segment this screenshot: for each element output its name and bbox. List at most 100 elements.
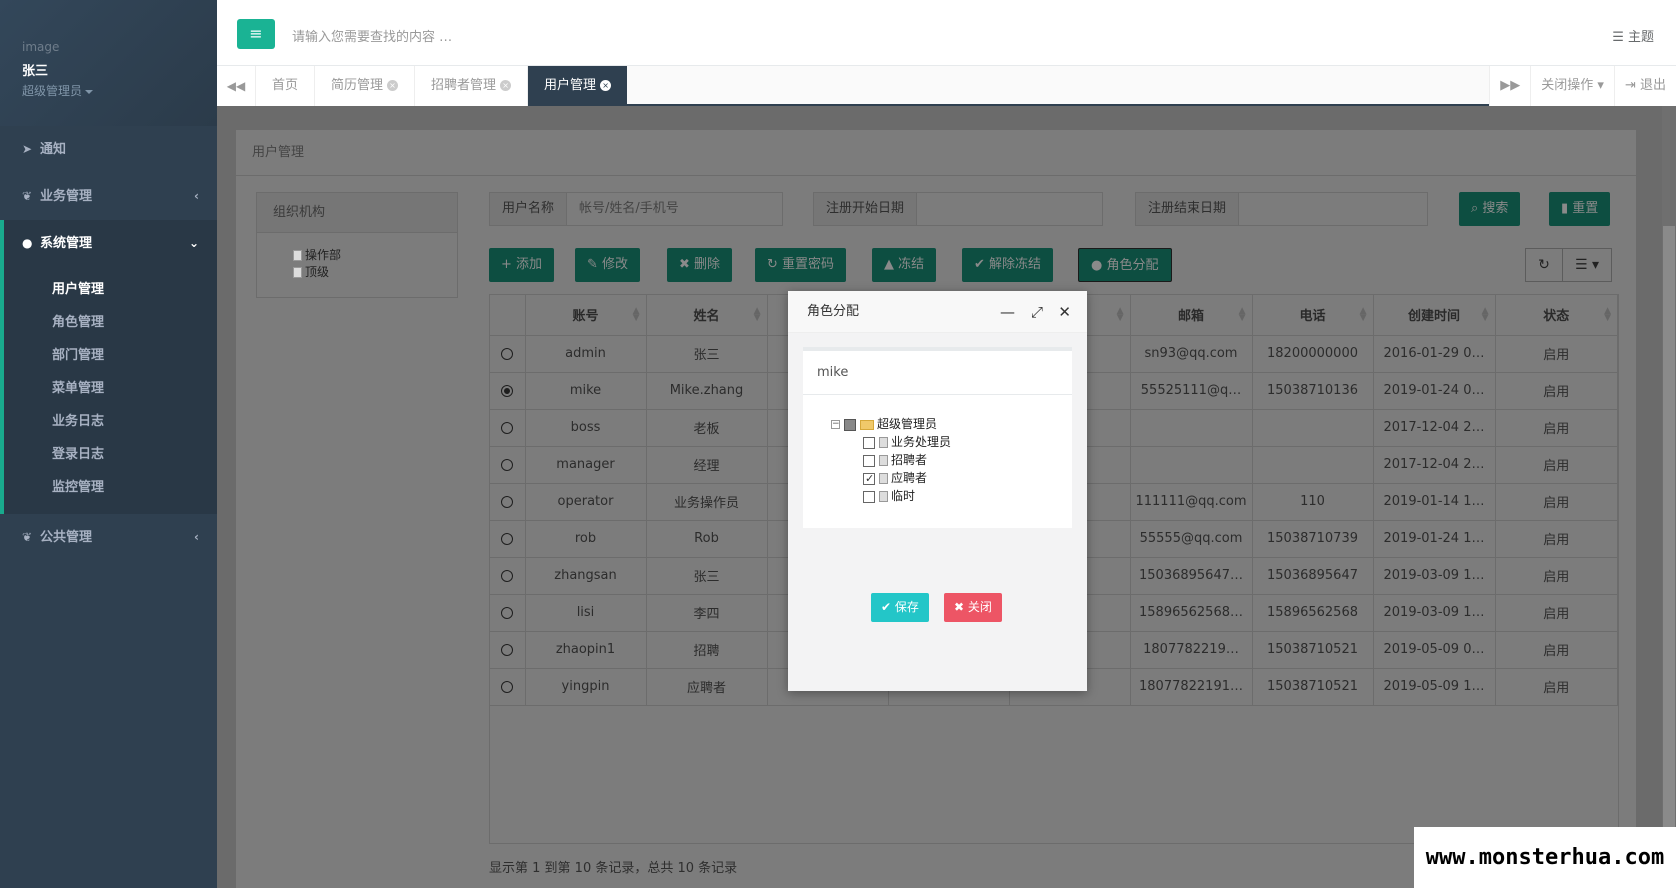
- cell-select[interactable]: [490, 483, 526, 521]
- collapse-icon[interactable]: −: [831, 420, 840, 429]
- start-date-input[interactable]: [917, 193, 1102, 225]
- cell-select[interactable]: [490, 631, 526, 669]
- tab-user-mgmt[interactable]: 用户管理 ×: [527, 66, 628, 106]
- save-button[interactable]: ✔ 保存: [871, 593, 929, 622]
- table-header-email[interactable]: 邮箱 ▲ ▼: [1130, 295, 1253, 336]
- sidebar-subitem-monitor[interactable]: 监控管理: [4, 471, 217, 504]
- page-scrollbar[interactable]: [1662, 106, 1676, 888]
- columns-toggle-button[interactable]: ☰ ▾: [1562, 248, 1612, 282]
- cell-select[interactable]: [490, 335, 526, 373]
- row-radio[interactable]: [501, 532, 514, 545]
- tree-checkbox[interactable]: [844, 418, 856, 431]
- tab-scroll-left-button[interactable]: ◀◀: [217, 66, 255, 106]
- cell-created: 2019-05-09 1…: [1373, 668, 1496, 706]
- username-filter-input[interactable]: 帐号/姓名/手机号: [567, 193, 782, 225]
- table-header-phone[interactable]: 电话 ▲ ▼: [1252, 295, 1374, 336]
- maximize-icon[interactable]: ⤢: [1031, 291, 1043, 333]
- sidebar-item-system[interactable]: ● 系统管理 ⌄: [0, 220, 217, 267]
- table-header-name[interactable]: 姓名 ▲ ▼: [646, 295, 768, 336]
- sort-icon: ▲ ▼: [1116, 306, 1124, 323]
- delete-button[interactable]: ✖ 删除: [667, 248, 733, 282]
- sidebar-subitem-login-log[interactable]: 登录日志: [4, 438, 217, 471]
- row-radio[interactable]: [501, 458, 514, 471]
- sidebar-subitem-biz-log[interactable]: 业务日志: [4, 405, 217, 438]
- sidebar-subitem-menu-mgmt[interactable]: 菜单管理: [4, 372, 217, 405]
- assign-role-button[interactable]: ● 角色分配: [1078, 248, 1172, 282]
- freeze-button[interactable]: ▲ 冻结: [872, 248, 937, 282]
- cell-select[interactable]: [490, 557, 526, 595]
- row-radio[interactable]: [501, 680, 514, 693]
- row-radio[interactable]: [501, 347, 514, 360]
- minimize-icon[interactable]: —: [1000, 291, 1015, 333]
- reset-button[interactable]: ▮ 重置: [1549, 192, 1611, 226]
- reset-password-button[interactable]: ↻ 重置密码: [755, 248, 847, 282]
- document-icon: [879, 491, 888, 502]
- times-icon: ✖: [954, 600, 968, 614]
- sidebar-item-label: 通知: [40, 142, 67, 157]
- logout-label: 退出: [1639, 78, 1666, 93]
- table-header-account[interactable]: 账号 ▲ ▼: [525, 295, 647, 336]
- row-radio[interactable]: [501, 384, 514, 397]
- row-radio[interactable]: [501, 606, 514, 619]
- unfreeze-button[interactable]: ✔ 解除冻结: [962, 248, 1054, 282]
- cell-select[interactable]: [490, 668, 526, 706]
- cell-select[interactable]: [490, 446, 526, 484]
- org-node[interactable]: 顶级: [257, 264, 457, 281]
- tree-checkbox[interactable]: [863, 470, 875, 488]
- org-node[interactable]: 操作部: [257, 247, 457, 264]
- sort-icon: ▲ ▼: [1238, 306, 1246, 323]
- row-radio[interactable]: [501, 421, 514, 434]
- cell-select[interactable]: [490, 594, 526, 632]
- row-radio[interactable]: [501, 495, 514, 508]
- row-radio[interactable]: [501, 643, 514, 656]
- sidebar-subitem-user-mgmt[interactable]: 用户管理: [4, 273, 217, 306]
- tree-checkbox[interactable]: [863, 436, 875, 449]
- scrollbar-thumb[interactable]: [1663, 226, 1675, 886]
- header-label: 状态: [1543, 309, 1570, 325]
- tab-home[interactable]: 首页: [255, 66, 315, 106]
- sidebar-subitem-dept-mgmt[interactable]: 部门管理: [4, 339, 217, 372]
- delete-label: 删除: [694, 257, 721, 272]
- cell-select[interactable]: [490, 520, 526, 558]
- sidebar-subitem-role-mgmt[interactable]: 角色管理: [4, 306, 217, 339]
- tab-actions: ▶▶ 关闭操作 ▾ ⇥ 退出: [1489, 66, 1676, 106]
- tree-root[interactable]: − 超级管理员: [831, 415, 1072, 433]
- end-date-input[interactable]: [1239, 193, 1427, 225]
- tree-node[interactable]: 业务处理员: [831, 433, 1072, 451]
- search-button[interactable]: ⌕ 搜索: [1459, 192, 1521, 226]
- cell-select[interactable]: [490, 372, 526, 410]
- theme-button[interactable]: ☰ 主题: [1612, 26, 1654, 45]
- tab-scroll-right-button[interactable]: ▶▶: [1489, 66, 1530, 106]
- search-input[interactable]: 请输入您需要查找的内容 …: [292, 26, 452, 45]
- sidebar-item-business[interactable]: ❦ 业务管理 ‹: [0, 173, 217, 220]
- tab-recruiter[interactable]: 招聘者管理 ×: [414, 66, 528, 106]
- close-icon[interactable]: ×: [500, 80, 512, 91]
- tree-node[interactable]: 应聘者: [831, 469, 1072, 488]
- tree-node[interactable]: 临时: [831, 487, 1072, 505]
- close-icon[interactable]: ✕: [1058, 291, 1071, 333]
- tree-node[interactable]: 招聘者: [831, 451, 1072, 469]
- edit-button[interactable]: ✎ 修改: [575, 248, 641, 282]
- close-icon[interactable]: ×: [600, 80, 612, 91]
- user-role-dropdown[interactable]: 超级管理员: [22, 82, 217, 99]
- row-radio[interactable]: [501, 569, 514, 582]
- tree-checkbox[interactable]: [863, 490, 875, 503]
- refresh-table-button[interactable]: ↻: [1525, 248, 1563, 282]
- logout-button[interactable]: ⇥ 退出: [1613, 66, 1676, 106]
- table-header-created[interactable]: 创建时间 ▲ ▼: [1373, 295, 1496, 336]
- chevron-left-icon: ‹: [194, 530, 199, 544]
- close-button[interactable]: ✖ 关闭: [944, 593, 1002, 622]
- tree-checkbox[interactable]: [863, 454, 875, 467]
- menu-toggle-button[interactable]: ≡: [237, 19, 275, 49]
- close-operations-dropdown[interactable]: 关闭操作 ▾: [1530, 66, 1614, 106]
- trash-icon: ▮: [1561, 201, 1573, 216]
- cell-select[interactable]: [490, 409, 526, 447]
- chevron-down-icon: ⌄: [188, 236, 199, 250]
- close-icon[interactable]: ×: [387, 80, 399, 91]
- sidebar-item-notice[interactable]: ➤ 通知: [0, 126, 217, 173]
- add-button[interactable]: + 添加: [489, 248, 555, 282]
- table-header-status[interactable]: 状态 ▲ ▼: [1495, 295, 1618, 336]
- sidebar-item-public[interactable]: ❦ 公共管理 ‹: [0, 514, 217, 561]
- tab-resume[interactable]: 简历管理 ×: [314, 66, 415, 106]
- caret-down-icon: ▾: [1593, 78, 1604, 93]
